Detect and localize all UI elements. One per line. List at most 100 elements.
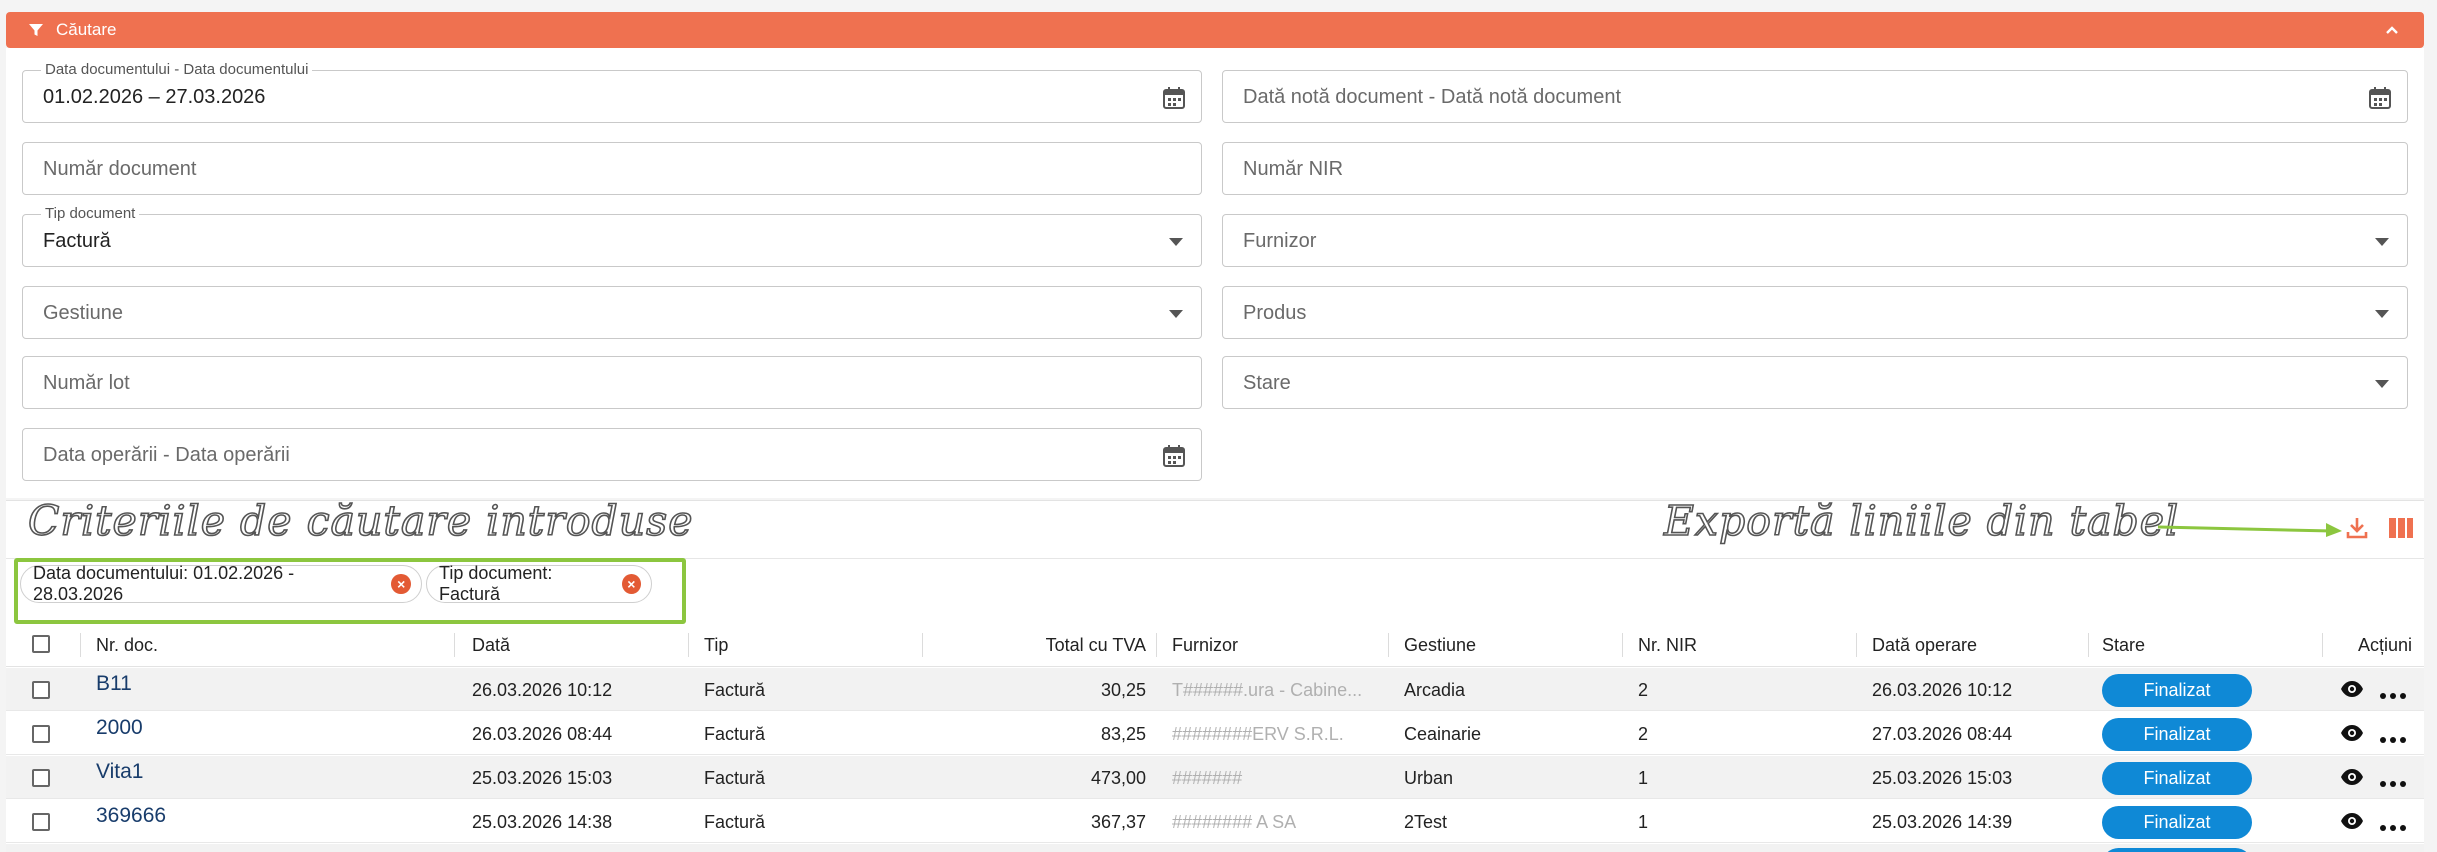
row-checkbox[interactable] <box>32 769 50 787</box>
management-select[interactable]: Gestiune <box>22 286 1202 339</box>
note-date-range-field[interactable]: Dată notă document - Dată notă document <box>1222 70 2408 123</box>
more-options-icon[interactable] <box>2380 686 2406 699</box>
dropdown-arrow-icon[interactable] <box>2375 380 2389 388</box>
document-type-select[interactable]: Tip document Factură <box>22 205 1202 267</box>
status-badge[interactable]: Finalizat <box>2102 762 2252 795</box>
status-badge[interactable] <box>2102 848 2252 852</box>
status-badge[interactable]: Finalizat <box>2102 674 2252 707</box>
cell-total: 30,25 <box>1100 680 1146 700</box>
column-separator <box>1156 633 1157 657</box>
cell-operation-date: 27.03.2026 08:44 <box>1872 724 2013 744</box>
field-placeholder: Dată notă document - Dată notă document <box>1243 86 1622 108</box>
operation-date-range-field[interactable]: Data operării - Data operării <box>22 428 1202 481</box>
cell-supplier: ######## A SA <box>1172 812 1297 832</box>
field-value: 01.02.2026 – 27.03.2026 <box>43 86 266 108</box>
table-header: Nr. doc. Dată Tip Total cu TVA Furnizor … <box>6 621 2424 667</box>
download-icon[interactable] <box>2344 515 2370 541</box>
cell-date: 25.03.2026 15:03 <box>472 768 613 788</box>
remove-chip-icon[interactable]: × <box>391 574 411 594</box>
column-separator <box>922 633 923 657</box>
header-total[interactable]: Total cu TVA <box>938 635 1146 656</box>
header-doc-no[interactable]: Nr. doc. <box>96 635 158 656</box>
row-checkbox[interactable] <box>32 725 50 743</box>
cell-operation-date: 25.03.2026 15:03 <box>1872 768 2013 788</box>
column-separator <box>1856 633 1857 657</box>
table-row[interactable]: 369666 25.03.2026 14:38 Factură 367,37 #… <box>6 800 2424 843</box>
cell-nir: 2 <box>1638 680 1649 700</box>
row-checkbox[interactable] <box>32 681 50 699</box>
cell-type: Factură <box>704 768 766 788</box>
search-header[interactable]: Căutare <box>6 12 2424 48</box>
more-options-icon[interactable] <box>2380 730 2406 743</box>
cell-nir: 2 <box>1638 724 1649 744</box>
chip-label: Data documentului: 01.02.2026 - 28.03.20… <box>33 563 295 604</box>
field-label: Tip document <box>41 205 140 222</box>
eye-icon[interactable] <box>2340 723 2364 743</box>
eye-icon[interactable] <box>2340 811 2364 831</box>
dropdown-arrow-icon[interactable] <box>2375 238 2389 246</box>
nir-number-field[interactable]: Număr NIR <box>1222 142 2408 195</box>
header-supplier[interactable]: Furnizor <box>1172 635 1238 656</box>
table-row[interactable]: Vita1 25.03.2026 15:03 Factură 473,00 ##… <box>6 756 2424 799</box>
doc-number-link[interactable]: Vita1 <box>96 760 144 784</box>
export-annotation: Exportă liniile din tabel <box>1663 496 2180 546</box>
cell-operation-date: 26.03.2026 10:12 <box>1872 680 2013 700</box>
dropdown-arrow-icon[interactable] <box>1169 310 1183 318</box>
chip-label: Tip document: Factură <box>439 563 553 604</box>
header-actions: Acțiuni <box>2357 635 2412 655</box>
calendar-icon[interactable] <box>1161 443 1187 469</box>
cell-type: Factură <box>704 812 766 832</box>
field-placeholder: Furnizor <box>1243 230 1317 252</box>
doc-number-link[interactable]: B11 <box>96 672 132 696</box>
chevron-up-icon[interactable] <box>2382 20 2402 40</box>
cell-nir: 1 <box>1638 768 1649 788</box>
columns-icon[interactable] <box>2388 517 2414 539</box>
cell-supplier: ########ERV S.R.L. <box>1172 724 1344 744</box>
more-options-icon[interactable] <box>2380 818 2406 831</box>
product-select[interactable]: Produs <box>1222 286 2408 339</box>
lot-number-field[interactable]: Număr lot <box>22 356 1202 409</box>
select-all-checkbox[interactable] <box>32 635 50 653</box>
header-status[interactable]: Stare <box>2102 635 2145 656</box>
header-management[interactable]: Gestiune <box>1404 635 1476 656</box>
table-row[interactable]: 2000 26.03.2026 08:44 Factură 83,25 ####… <box>6 712 2424 755</box>
cell-management: Urban <box>1404 768 1454 788</box>
remove-chip-icon[interactable]: × <box>621 574 641 594</box>
cell-date: 26.03.2026 10:12 <box>472 680 613 700</box>
status-badge[interactable]: Finalizat <box>2102 806 2252 839</box>
dropdown-arrow-icon[interactable] <box>1169 238 1183 246</box>
header-operation-date[interactable]: Dată operare <box>1872 635 1977 656</box>
dropdown-arrow-icon[interactable] <box>2375 310 2389 318</box>
cell-management: Arcadia <box>1404 680 1466 700</box>
document-date-range-field[interactable]: Data documentului - Data documentului 01… <box>22 61 1202 123</box>
row-checkbox[interactable] <box>32 813 50 831</box>
column-separator <box>1622 633 1623 657</box>
more-options-icon[interactable] <box>2380 774 2406 787</box>
calendar-icon[interactable] <box>1161 85 1187 111</box>
field-placeholder: Stare <box>1243 372 1291 394</box>
field-placeholder: Număr NIR <box>1243 158 1344 180</box>
filter-chip-date[interactable]: Data documentului: 01.02.2026 - 28.03.20… <box>20 563 422 604</box>
document-number-field[interactable]: Număr document <box>22 142 1202 195</box>
supplier-select[interactable]: Furnizor <box>1222 214 2408 267</box>
table-row[interactable]: B11 26.03.2026 10:12 Factură 30,25 T####… <box>6 668 2424 711</box>
cell-management: 2Test <box>1404 812 1448 832</box>
table-row[interactable] <box>6 844 2424 852</box>
field-placeholder: Produs <box>1243 302 1307 324</box>
status-select[interactable]: Stare <box>1222 356 2408 409</box>
column-separator <box>454 633 455 657</box>
doc-number-link[interactable]: 2000 <box>96 716 143 740</box>
doc-number-link[interactable]: 369666 <box>96 804 166 828</box>
status-badge[interactable]: Finalizat <box>2102 718 2252 751</box>
annotation-arrow <box>2157 523 2342 537</box>
eye-icon[interactable] <box>2340 767 2364 787</box>
calendar-icon[interactable] <box>2367 85 2393 111</box>
header-date[interactable]: Dată <box>472 635 510 656</box>
column-separator <box>2088 633 2089 657</box>
filter-chip-type[interactable]: Tip document: Factură × <box>426 563 652 604</box>
field-placeholder: Număr lot <box>43 372 130 394</box>
eye-icon[interactable] <box>2340 679 2364 699</box>
header-type[interactable]: Tip <box>704 635 728 656</box>
cell-management: Ceainarie <box>1404 724 1482 744</box>
header-nir[interactable]: Nr. NIR <box>1638 635 1697 656</box>
